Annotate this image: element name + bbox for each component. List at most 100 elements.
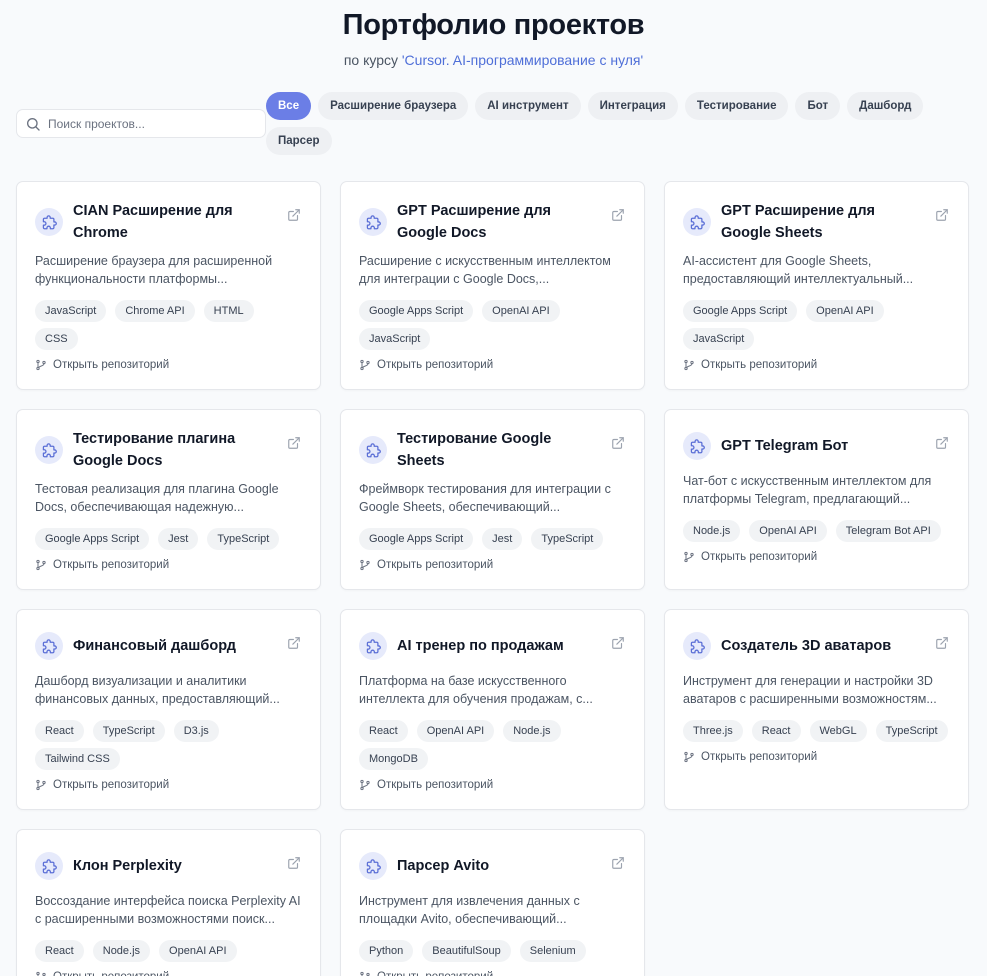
git-branch-icon xyxy=(359,559,377,571)
external-link-icon[interactable] xyxy=(611,856,625,870)
project-card: Парсер Avito Инструмент для извлечения д… xyxy=(340,829,645,976)
card-header: GPT Расширение для Google Sheets xyxy=(683,200,950,244)
open-repo-link[interactable]: Открыть репозиторий xyxy=(35,559,302,571)
open-repo-link[interactable]: Открыть репозиторий xyxy=(683,551,950,563)
project-title: Тестирование плагина Google Docs xyxy=(73,431,236,469)
tech-tag: Google Apps Script xyxy=(35,528,150,550)
puzzle-icon xyxy=(683,632,711,660)
controls-bar: ВсеРасширение браузераAI инструментИнтег… xyxy=(16,92,971,155)
search-box[interactable] xyxy=(16,109,266,138)
subtitle-prefix: по курсу xyxy=(343,52,402,68)
tech-tag: Three.js xyxy=(683,720,743,742)
open-repo-link[interactable]: Открыть репозиторий xyxy=(35,971,302,976)
tech-tags: React Node.js OpenAI API xyxy=(35,940,302,962)
card-header: GPT Расширение для Google Docs xyxy=(359,200,626,244)
project-card: GPT Расширение для Google Sheets AI-асси… xyxy=(664,181,969,390)
repo-link-label: Открыть репозиторий xyxy=(377,559,494,571)
project-description: Инструмент для извлечения данных с площа… xyxy=(359,894,580,926)
open-repo-link[interactable]: Открыть репозиторий xyxy=(683,751,950,763)
filter-chip[interactable]: Парсер xyxy=(266,127,332,155)
open-repo-link[interactable]: Открыть репозиторий xyxy=(359,971,626,976)
tech-tag: Google Apps Script xyxy=(359,300,474,322)
filter-chip[interactable]: Тестирование xyxy=(684,92,789,120)
tech-tag: TypeScript xyxy=(531,528,604,550)
tech-tag: WebGL xyxy=(809,720,867,742)
filter-chip[interactable]: Дашборд xyxy=(847,92,924,120)
repo-link-label: Открыть репозиторий xyxy=(701,359,818,371)
tech-tag: JavaScript xyxy=(35,300,107,322)
search-input[interactable] xyxy=(48,116,248,131)
card-header: Финансовый дашборд xyxy=(35,628,302,664)
project-description: Тестовая реализация для плагина Google D… xyxy=(35,482,279,514)
external-link-icon[interactable] xyxy=(287,856,301,870)
filter-chip[interactable]: Расширение браузера xyxy=(318,92,469,120)
project-description: Воссоздание интерфейса поиска Perplexity… xyxy=(35,894,301,926)
tech-tag: Jest xyxy=(482,528,523,550)
repo-link-label: Открыть репозиторий xyxy=(53,779,170,791)
puzzle-icon xyxy=(683,432,711,460)
tech-tag: Node.js xyxy=(503,720,561,742)
open-repo-link[interactable]: Открыть репозиторий xyxy=(683,359,950,371)
filter-chip[interactable]: Все xyxy=(266,92,312,120)
card-header: CIAN Расширение для Chrome xyxy=(35,200,302,244)
tech-tag: React xyxy=(359,720,408,742)
puzzle-icon xyxy=(35,436,63,464)
project-title: GPT Расширение для Google Docs xyxy=(397,203,552,241)
repo-link-label: Открыть репозиторий xyxy=(53,559,170,571)
card-header: GPT Telegram Бот xyxy=(683,428,950,464)
card-header: AI тренер по продажам xyxy=(359,628,626,664)
tech-tags: Google Apps Script OpenAI API JavaScript xyxy=(359,300,626,350)
project-card: AI тренер по продажам Платформа на базе … xyxy=(340,609,645,810)
external-link-icon[interactable] xyxy=(611,208,625,222)
tech-tag: React xyxy=(35,720,84,742)
external-link-icon[interactable] xyxy=(287,436,301,450)
project-description: Платформа на базе искусственного интелле… xyxy=(359,674,593,706)
tech-tag: OpenAI API xyxy=(749,520,827,542)
tech-tag: Jest xyxy=(158,528,199,550)
open-repo-link[interactable]: Открыть репозиторий xyxy=(35,359,302,371)
page-title: Портфолио проектов xyxy=(342,9,645,41)
open-repo-link[interactable]: Открыть репозиторий xyxy=(359,559,626,571)
git-branch-icon xyxy=(683,751,701,763)
repo-link-label: Открыть репозиторий xyxy=(53,359,170,371)
project-title: GPT Telegram Бот xyxy=(721,438,849,454)
external-link-icon[interactable] xyxy=(935,208,949,222)
open-repo-link[interactable]: Открыть репозиторий xyxy=(359,779,626,791)
filter-chip[interactable]: AI инструмент xyxy=(475,92,581,120)
external-link-icon[interactable] xyxy=(611,436,625,450)
tech-tags: Node.js OpenAI API Telegram Bot API xyxy=(683,520,950,542)
git-branch-icon xyxy=(683,359,701,371)
project-title: Клон Perplexity xyxy=(73,858,182,874)
project-card: Тестирование плагина Google Docs Тестова… xyxy=(16,409,321,590)
repo-link-label: Открыть репозиторий xyxy=(377,359,494,371)
external-link-icon[interactable] xyxy=(611,636,625,650)
puzzle-icon xyxy=(683,208,711,236)
repo-link-label: Открыть репозиторий xyxy=(377,971,493,976)
tech-tags: Google Apps Script Jest TypeScript xyxy=(359,528,626,550)
project-description: Расширение браузера для расширенной функ… xyxy=(35,254,273,286)
puzzle-icon xyxy=(35,852,63,880)
tech-tag: BeautifulSoup xyxy=(422,940,511,962)
filter-chip[interactable]: Бот xyxy=(795,92,841,120)
tech-tag: Telegram Bot API xyxy=(835,520,941,542)
tech-tag: Google Apps Script xyxy=(359,528,474,550)
tech-tags: Google Apps Script Jest TypeScript xyxy=(35,528,302,550)
course-name: 'Cursor. AI-программирование с нуля' xyxy=(401,52,644,68)
puzzle-icon xyxy=(359,208,387,236)
card-header: Тестирование Google Sheets xyxy=(359,428,626,472)
projects-grid: CIAN Расширение для Chrome Расширение бр… xyxy=(16,181,969,976)
external-link-icon[interactable] xyxy=(287,636,301,650)
project-title: Тестирование Google Sheets xyxy=(397,431,552,469)
filter-chip[interactable]: Интеграция xyxy=(587,92,678,120)
external-link-icon[interactable] xyxy=(935,436,949,450)
tech-tags: Google Apps Script OpenAI API JavaScript xyxy=(683,300,950,350)
external-link-icon[interactable] xyxy=(935,636,949,650)
tech-tag: Selenium xyxy=(519,940,586,962)
git-branch-icon xyxy=(359,779,377,791)
open-repo-link[interactable]: Открыть репозиторий xyxy=(359,359,626,371)
project-description: Чат-бот с искусственным интеллектом для … xyxy=(683,474,932,506)
tech-tag: JavaScript xyxy=(359,328,431,350)
project-description: AI-ассистент для Google Sheets, предоста… xyxy=(683,254,914,286)
external-link-icon[interactable] xyxy=(287,208,301,222)
open-repo-link[interactable]: Открыть репозиторий xyxy=(35,779,302,791)
